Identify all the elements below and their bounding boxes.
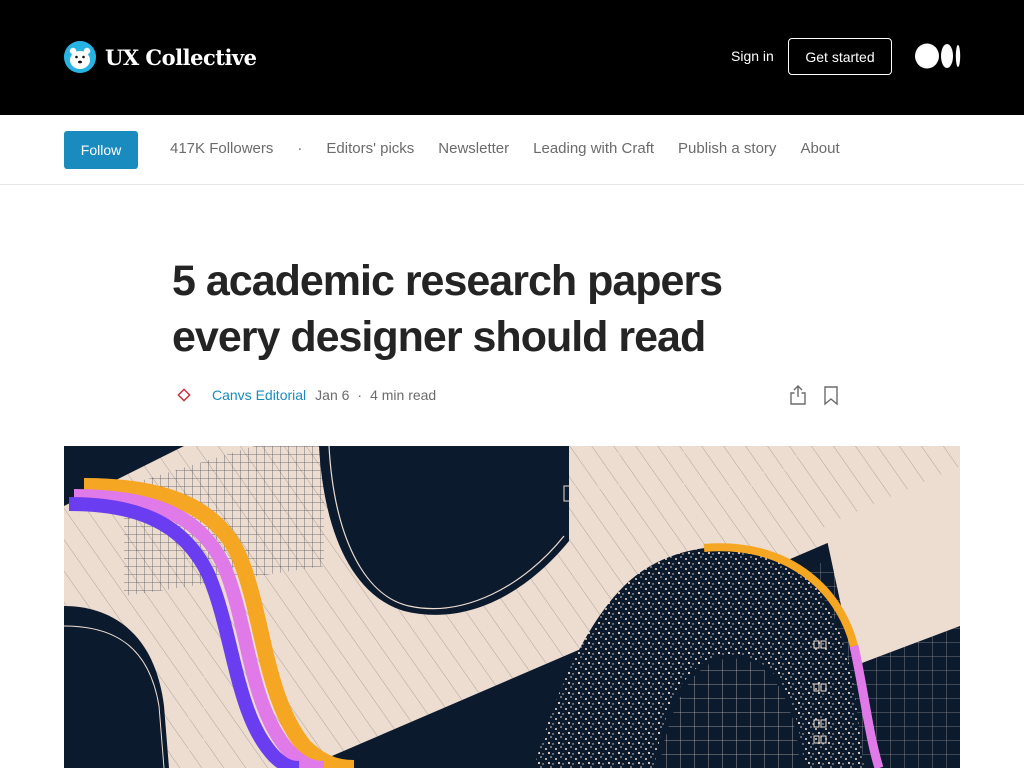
nav-link-newsletter[interactable]: Newsletter: [438, 140, 509, 157]
get-started-button[interactable]: Get started: [788, 38, 892, 75]
medium-logo-icon[interactable]: [915, 43, 961, 69]
polar-bear-icon: [64, 41, 96, 73]
publication-links: 417K Followers · Editors' picks Newslett…: [170, 140, 864, 157]
sign-in-link[interactable]: Sign in: [731, 48, 774, 64]
publication-nav: Follow 417K Followers · Editors' picks N…: [0, 115, 1024, 185]
hero-illustration: [64, 446, 960, 768]
share-icon[interactable]: [788, 384, 808, 406]
brand-link[interactable]: UX Collective: [64, 40, 257, 74]
follow-button[interactable]: Follow: [64, 131, 138, 169]
read-time: 4 min read: [370, 387, 437, 403]
author-name[interactable]: Canvs Editorial: [212, 387, 306, 403]
article-title: 5 academic research papers every designe…: [172, 253, 812, 365]
brand-name: UX Collective: [105, 44, 257, 70]
followers-count[interactable]: 417K Followers: [170, 140, 273, 157]
nav-link-publish-a-story[interactable]: Publish a story: [678, 140, 776, 157]
meta-separator: ·: [357, 387, 363, 403]
title-line-2: every designer should read: [172, 313, 706, 361]
site-header: UX Collective Sign in Get started: [0, 0, 1024, 115]
nav-separator: ·: [297, 140, 303, 157]
bookmark-icon[interactable]: [822, 385, 840, 407]
nav-link-about[interactable]: About: [800, 140, 839, 157]
diamond-avatar-icon[interactable]: [172, 383, 196, 407]
title-line-1: 5 academic research papers: [172, 257, 723, 305]
nav-link-leading-with-craft[interactable]: Leading with Craft: [533, 140, 654, 157]
publish-date: Jan 6: [315, 387, 350, 403]
nav-link-editors-picks[interactable]: Editors' picks: [326, 140, 414, 157]
article-meta: Canvs Editorial Jan 6 · 4 min read: [172, 384, 436, 406]
